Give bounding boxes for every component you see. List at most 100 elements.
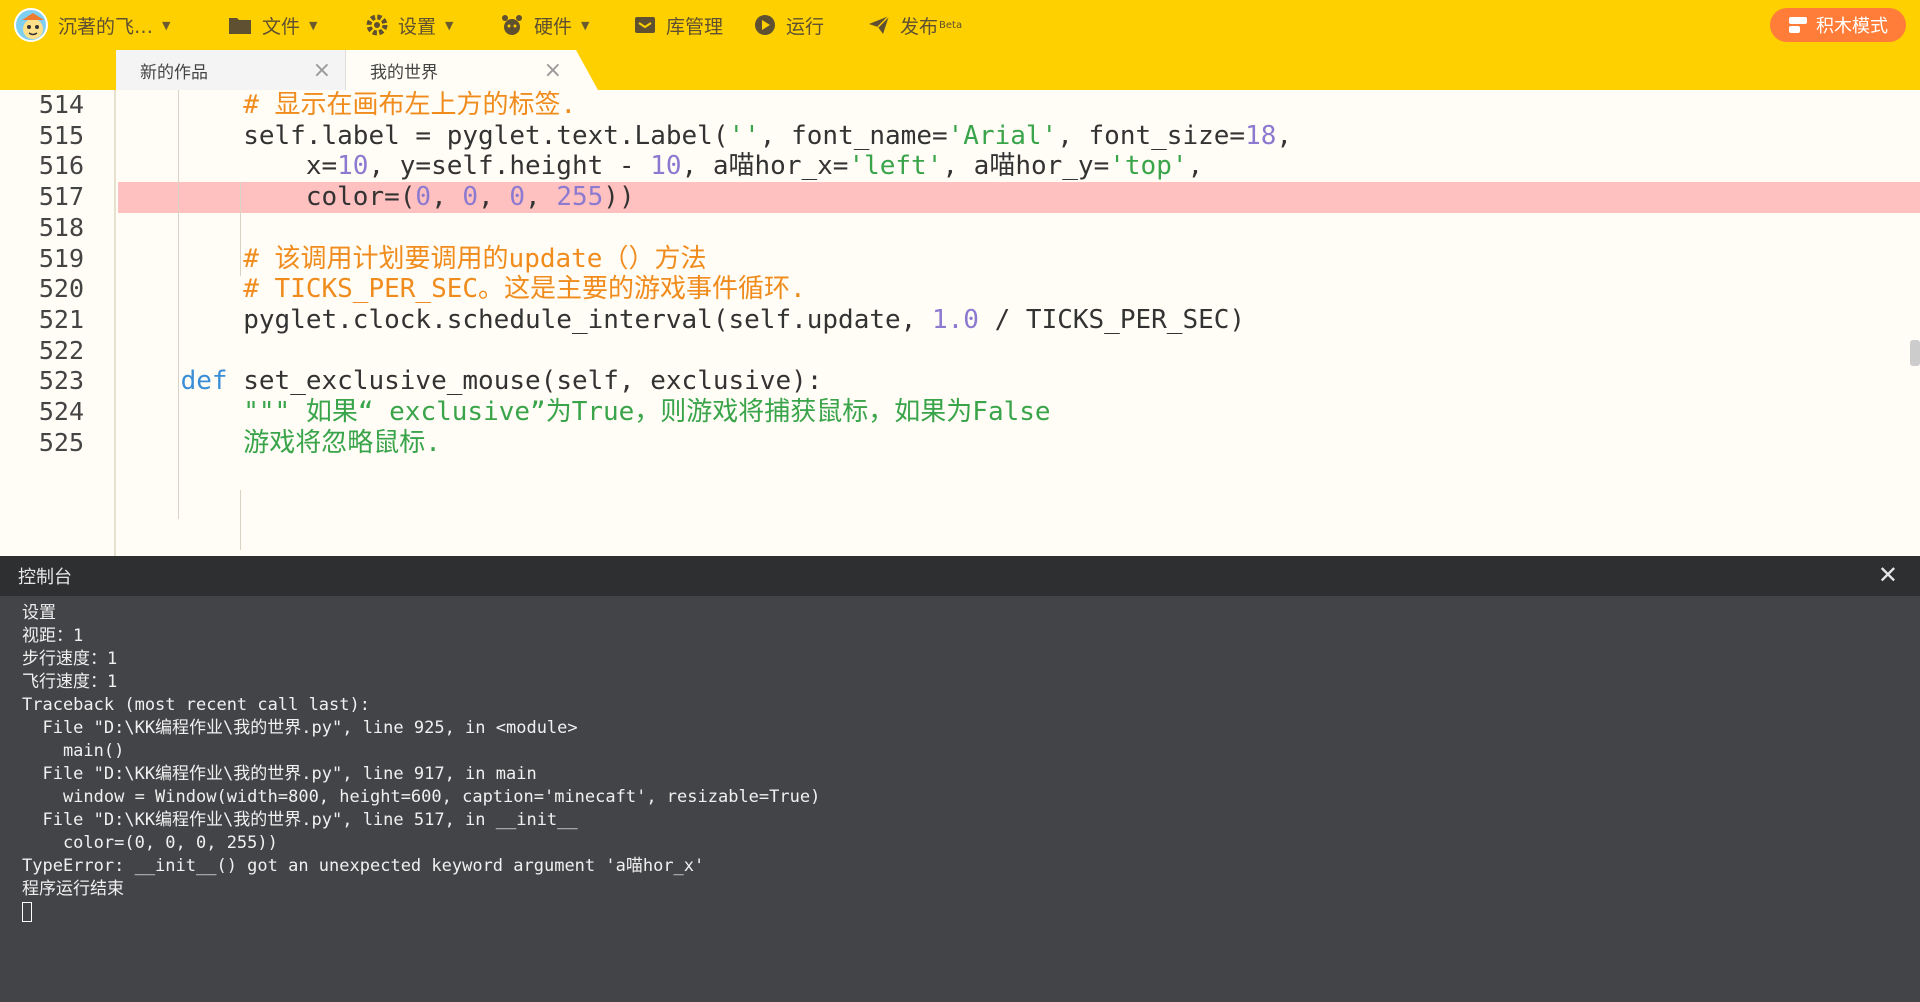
code-token: def <box>180 366 228 397</box>
code-token: , <box>1276 120 1293 151</box>
code-token: # 显示在画布左上方的标签. <box>243 90 577 120</box>
editor-scrollbar[interactable] <box>1910 340 1920 366</box>
tab-my-world[interactable]: 我的世界 × <box>346 50 598 90</box>
user-menu[interactable]: 沉著的飞… ▼ <box>58 0 170 50</box>
blocks-icon <box>1789 17 1807 33</box>
code-line[interactable]: """ 如果“ exclusive”为True，则游戏将捕获鼠标，如果为Fals… <box>118 397 1920 428</box>
console-header: 控制台 ✕ <box>0 556 1920 596</box>
code-line[interactable]: pyglet.clock.schedule_interval(self.upda… <box>118 305 1920 336</box>
code-token: , a喵hor_x= <box>681 151 849 182</box>
code-token: '' <box>728 120 760 151</box>
code-token: 'Arial' <box>947 120 1058 151</box>
text-cursor <box>22 902 32 922</box>
line-number: 520 <box>38 274 84 304</box>
blocks-mode-button[interactable]: 积木模式 <box>1770 8 1906 42</box>
code-token: )) <box>603 182 635 213</box>
code-token: 0 <box>462 182 479 213</box>
line-number: 522 <box>38 335 84 365</box>
code-token: , <box>1187 151 1204 182</box>
menu-file[interactable]: 文件 ▼ <box>228 0 317 50</box>
console-line: 设置 <box>22 603 56 623</box>
console-panel: 控制台 ✕ 设置 视距：1 步行速度：1 飞行速度：1 Traceback (most … <box>0 556 1920 1002</box>
close-icon[interactable]: × <box>313 58 331 83</box>
code-token: 'top' <box>1109 151 1188 182</box>
close-icon[interactable]: × <box>544 58 562 83</box>
line-number: 523 <box>38 366 84 396</box>
close-icon[interactable]: ✕ <box>1878 561 1898 589</box>
library-icon <box>635 17 655 33</box>
code-token: 'left' <box>848 151 943 182</box>
code-line[interactable] <box>118 336 1920 367</box>
code-token: pyglet.clock.schedule_interval(self.upda… <box>118 304 932 335</box>
code-token: , <box>525 182 557 213</box>
indent-guide <box>240 490 241 550</box>
code-line[interactable]: def set_exclusive_mouse(self, exclusive)… <box>118 366 1920 397</box>
chevron-down-icon: ▼ <box>445 18 454 32</box>
folder-icon <box>229 18 251 34</box>
line-number: 515 <box>38 120 84 150</box>
code-token: set_exclusive_mouse(self, exclusive): <box>227 366 823 397</box>
console-title: 控制台 <box>18 567 72 588</box>
code-token: x= <box>118 151 338 182</box>
code-token: , font_name= <box>759 120 948 151</box>
code-token: 游戏将忽略鼠标. <box>243 427 441 458</box>
code-token: , font_size= <box>1057 120 1246 151</box>
console-line: 飞行速度：1 <box>22 672 118 692</box>
code-token: self.label = pyglet.text.Label( <box>118 120 729 151</box>
menu-run[interactable]: 运行 <box>754 0 824 50</box>
code-line[interactable] <box>118 213 1920 244</box>
code-token: , <box>478 182 510 213</box>
code-line[interactable]: x=10, y=self.height - 10, a喵hor_x='left'… <box>118 151 1920 182</box>
beta-badge: Beta <box>939 19 963 31</box>
tab-new-work[interactable]: 新的作品 × <box>116 50 346 90</box>
code-token: """ 如果“ exclusive”为True，则游戏将捕获鼠标，如果为Fals… <box>243 397 1051 427</box>
console-line: File "D:\KK编程作业\我的世界.py", line 917, in m… <box>22 764 537 784</box>
console-input-line[interactable] <box>22 901 1902 924</box>
console-line: Traceback (most recent call last): <box>22 695 370 715</box>
menu-publish[interactable]: 发布 Beta <box>868 0 962 50</box>
tab-label: 新的作品 <box>140 62 208 83</box>
console-line: File "D:\KK编程作业\我的世界.py", line 925, in <… <box>22 718 578 738</box>
menu-file-label: 文件 <box>262 15 301 38</box>
console-line: 视距：1 <box>22 626 84 646</box>
indent-guide <box>178 274 179 519</box>
gear-icon <box>366 14 388 36</box>
code-token: 18 <box>1245 120 1277 151</box>
menu-hardware[interactable]: 硬件 ▼ <box>500 0 589 50</box>
code-token: 255 <box>556 182 604 213</box>
blocks-mode-label: 积木模式 <box>1816 16 1888 37</box>
user-name: 沉著的飞… <box>58 15 154 38</box>
menu-hardware-label: 硬件 <box>534 15 573 38</box>
chevron-down-icon: ▼ <box>162 18 171 32</box>
line-number: 525 <box>38 427 84 457</box>
top-toolbar: 沉著的飞… ▼ 文件 ▼ 设置 ▼ 硬件 ▼ 库管理 运行 发布 Beta 积木模式 <box>0 0 1920 50</box>
menu-library[interactable]: 库管理 <box>634 0 723 50</box>
code-line[interactable]: 游戏将忽略鼠标. <box>118 428 1920 459</box>
menu-settings[interactable]: 设置 ▼ <box>366 0 453 50</box>
code-line-error[interactable]: color=(0, 0, 0, 255)) <box>118 182 1920 213</box>
code-token: color=( <box>118 182 416 213</box>
code-token: 0 <box>415 182 432 213</box>
avatar[interactable] <box>14 8 48 42</box>
line-number: 514 <box>38 90 84 119</box>
console-output[interactable]: 设置 视距：1 步行速度：1 飞行速度：1 Traceback (most recent… <box>22 602 1902 982</box>
console-line: window = Window(width=800, height=600, c… <box>22 787 821 807</box>
code-line[interactable]: # 显示在画布左上方的标签. <box>118 90 1920 121</box>
tab-label: 我的世界 <box>370 62 438 83</box>
console-line: File "D:\KK编程作业\我的世界.py", line 517, in _… <box>22 810 578 830</box>
menu-publish-label: 发布 <box>900 15 939 38</box>
chevron-down-icon: ▼ <box>581 18 590 32</box>
code-token: 1.0 <box>931 304 979 335</box>
code-token: , <box>431 182 463 213</box>
code-token: , y=self.height - <box>368 151 651 182</box>
menu-library-label: 库管理 <box>666 15 724 38</box>
line-number: 518 <box>38 212 84 242</box>
code-line[interactable]: # 该调用计划要调用的update（）方法 <box>118 244 1920 275</box>
line-number: 524 <box>38 397 84 426</box>
code-line[interactable]: self.label = pyglet.text.Label('', font_… <box>118 121 1920 152</box>
code-editor[interactable]: 514 515 516 517 518 519 520 521 522 523 524 525 # 显… <box>0 90 1920 556</box>
code-line[interactable]: # TICKS_PER_SEC。这是主要的游戏事件循环. <box>118 274 1920 305</box>
